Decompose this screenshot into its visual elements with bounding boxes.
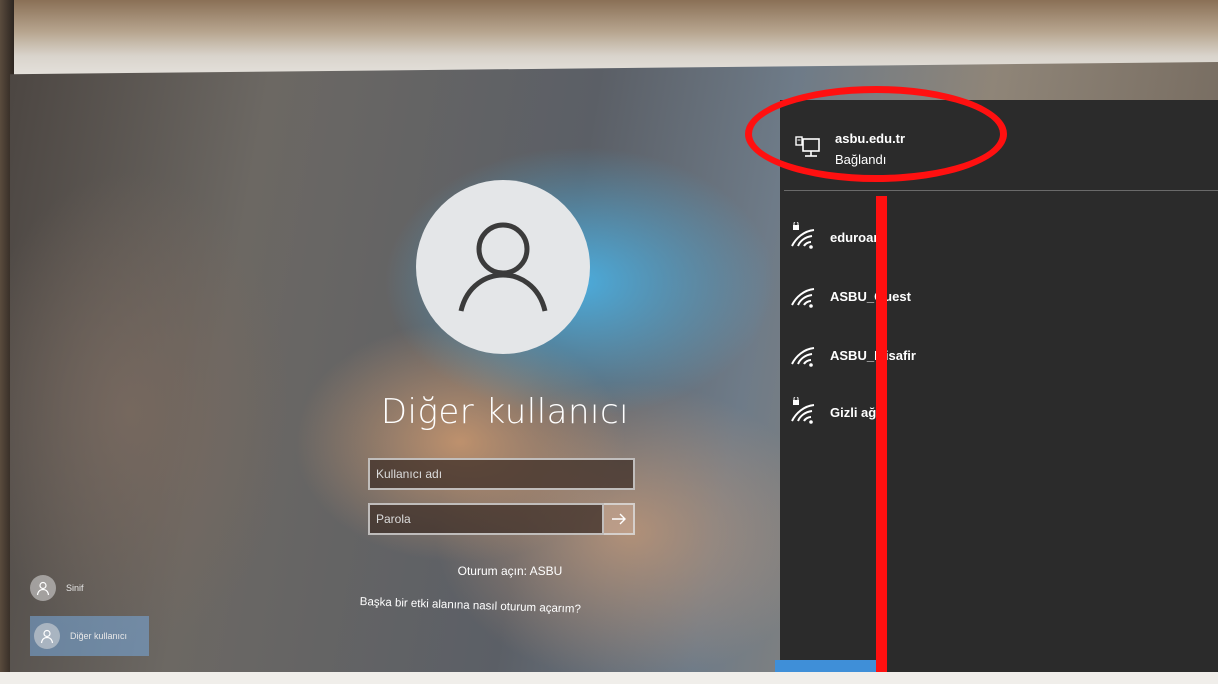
user-list-item-other-user[interactable]: Diğer kullanıcı (30, 616, 149, 656)
wifi-secured-icon (791, 397, 815, 424)
user-avatar (416, 180, 590, 354)
user-title: Diğer kullanıcı (380, 392, 630, 432)
arrow-right-icon (611, 513, 626, 525)
username-field[interactable] (368, 458, 635, 490)
network-item-eduroam[interactable]: eduroam (790, 222, 1090, 252)
flyout-divider (784, 190, 1218, 191)
signin-domain-text: Oturum açın: ASBU (457, 564, 563, 578)
wifi-icon (791, 288, 815, 308)
user-icon (34, 623, 60, 649)
user-list-label: Diğer kullanıcı (70, 631, 128, 641)
person-icon (458, 222, 548, 312)
annotation-line (876, 196, 887, 684)
password-field[interactable] (368, 503, 616, 535)
annotation-ellipse (745, 86, 1007, 182)
monitor-bezel-bottom (0, 672, 1218, 684)
network-item-asbu-guest[interactable]: ASBU_Guest (790, 281, 1090, 311)
network-item-asbu-misafir[interactable]: ASBU_Misafir (790, 340, 1090, 370)
wifi-secured-icon (791, 222, 815, 249)
user-list-item-sinif[interactable]: Sinif (30, 573, 84, 603)
username-input[interactable] (376, 460, 616, 488)
network-name: ASBU_Misafir (830, 347, 916, 363)
network-name: ASBU_Guest (830, 288, 911, 304)
wifi-icon (791, 347, 815, 367)
network-name: Gizli ağ (830, 404, 877, 420)
network-item-hidden[interactable]: Gizli ağ (790, 397, 1090, 427)
user-list-label: Sinif (66, 583, 84, 593)
password-input[interactable] (376, 505, 616, 533)
submit-button[interactable] (604, 503, 635, 535)
user-icon (30, 575, 56, 601)
